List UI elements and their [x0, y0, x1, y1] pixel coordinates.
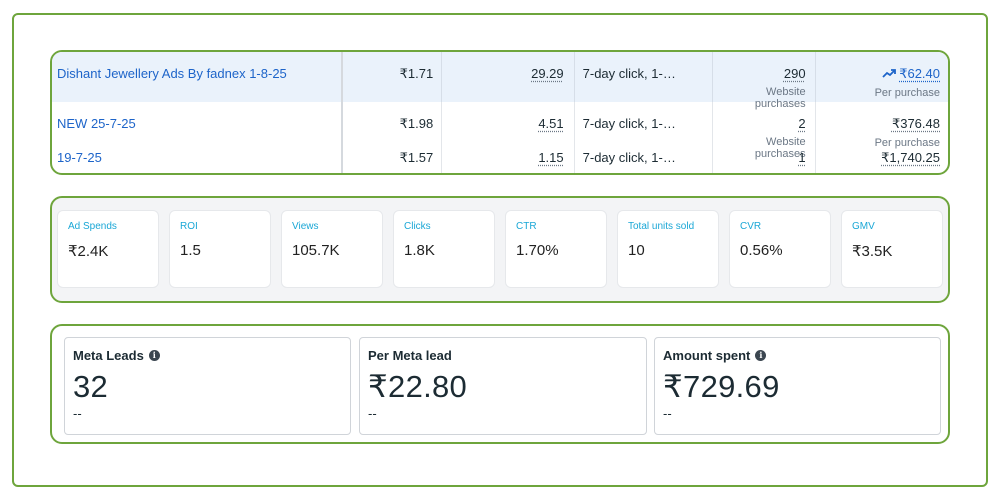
kpi-value: ₹3.5K: [852, 243, 893, 260]
table-row[interactable]: 19-7-25 ₹1.57 1.15 7-day click, 1-… 1 ₹1…: [52, 144, 948, 173]
kpi-value: 10: [628, 242, 645, 259]
kpi-value: 1.70%: [516, 242, 559, 259]
meta-card-title: Per Meta lead: [368, 348, 452, 363]
ads-table: Dishant Jewellery Ads By fadnex 1-8-25 ₹…: [50, 50, 950, 175]
kpi-card-views[interactable]: Views 105.7K: [281, 210, 383, 288]
cost-cell: ₹1.98: [343, 102, 443, 144]
per-meta-lead-card[interactable]: Per Meta lead ₹22.80 --: [359, 337, 647, 435]
cost-per-result-value[interactable]: ₹376.48: [892, 116, 940, 131]
kpi-label: GMV: [852, 221, 875, 232]
frequency-value[interactable]: 29.29: [531, 66, 564, 81]
meta-leads-card[interactable]: Meta Leads i 32 --: [64, 337, 351, 435]
ad-name-link[interactable]: 19-7-25: [57, 150, 102, 165]
meta-card-value: 32: [73, 369, 109, 404]
kpi-label: Clicks: [404, 221, 431, 232]
kpi-value: 1.5: [180, 242, 201, 259]
kpi-label: Ad Spends: [68, 221, 117, 232]
kpi-card-roi[interactable]: ROI 1.5: [169, 210, 271, 288]
kpi-card-clicks[interactable]: Clicks 1.8K: [393, 210, 495, 288]
ad-name-link[interactable]: NEW 25-7-25: [57, 116, 136, 131]
cost-cell: ₹1.57: [343, 144, 443, 173]
kpi-value: ₹2.4K: [68, 243, 109, 260]
kpi-card-total-units-sold[interactable]: Total units sold 10: [617, 210, 719, 288]
kpi-value: 1.8K: [404, 242, 435, 259]
meta-card-title: Amount spent: [663, 348, 751, 363]
kpi-panel: Ad Spends ₹2.4K ROI 1.5 Views 105.7K Clicks…: [50, 196, 950, 303]
kpi-label: CTR: [516, 221, 537, 232]
meta-summary-panel: Meta Leads i 32 -- Per Meta lead ₹22.80 -…: [50, 324, 950, 444]
results-value[interactable]: 2: [798, 116, 805, 131]
cost-per-result-label: Per purchase: [874, 87, 940, 99]
ad-name-link[interactable]: Dishant Jewellery Ads By fadnex 1-8-25: [57, 66, 287, 81]
meta-card-value: ₹729.69: [663, 369, 780, 404]
table-row[interactable]: NEW 25-7-25 ₹1.98 4.51 7-day click, 1-… …: [52, 102, 948, 160]
kpi-card-ad-spends[interactable]: Ad Spends ₹2.4K: [57, 210, 159, 288]
info-icon[interactable]: i: [755, 350, 767, 361]
frequency-value[interactable]: 1.15: [538, 150, 563, 165]
cost-cell: ₹1.71: [343, 52, 443, 102]
cost-per-result-link[interactable]: ₹62.40: [899, 66, 940, 81]
kpi-label: Total units sold: [628, 221, 695, 232]
meta-card-value: ₹22.80: [368, 369, 468, 404]
results-value[interactable]: 290: [784, 66, 806, 81]
frequency-value[interactable]: 4.51: [538, 116, 563, 131]
attribution-cell: 7-day click, 1-…: [575, 102, 714, 144]
kpi-value: 0.56%: [740, 242, 783, 259]
results-value[interactable]: 1: [798, 150, 805, 165]
trending-up-icon: [882, 69, 897, 78]
meta-card-comparison: --: [73, 406, 82, 421]
kpi-value: 105.7K: [292, 242, 340, 259]
kpi-label: CVR: [740, 221, 762, 232]
attribution-cell: 7-day click, 1-…: [575, 52, 714, 102]
amount-spent-card[interactable]: Amount spent i ₹729.69 --: [654, 337, 941, 435]
meta-card-title: Meta Leads: [73, 348, 144, 363]
cost-per-result-value[interactable]: ₹1,740.25: [881, 150, 940, 165]
info-icon[interactable]: i: [148, 350, 160, 361]
kpi-card-gmv[interactable]: GMV ₹3.5K: [841, 210, 943, 288]
kpi-card-cvr[interactable]: CVR 0.56%: [729, 210, 831, 288]
meta-card-comparison: --: [368, 406, 377, 421]
attribution-cell: 7-day click, 1-…: [575, 144, 714, 173]
kpi-card-ctr[interactable]: CTR 1.70%: [505, 210, 607, 288]
table-row[interactable]: Dishant Jewellery Ads By fadnex 1-8-25 ₹…: [52, 52, 948, 110]
kpi-label: ROI: [180, 221, 198, 232]
meta-card-comparison: --: [663, 406, 672, 421]
kpi-label: Views: [292, 221, 319, 232]
